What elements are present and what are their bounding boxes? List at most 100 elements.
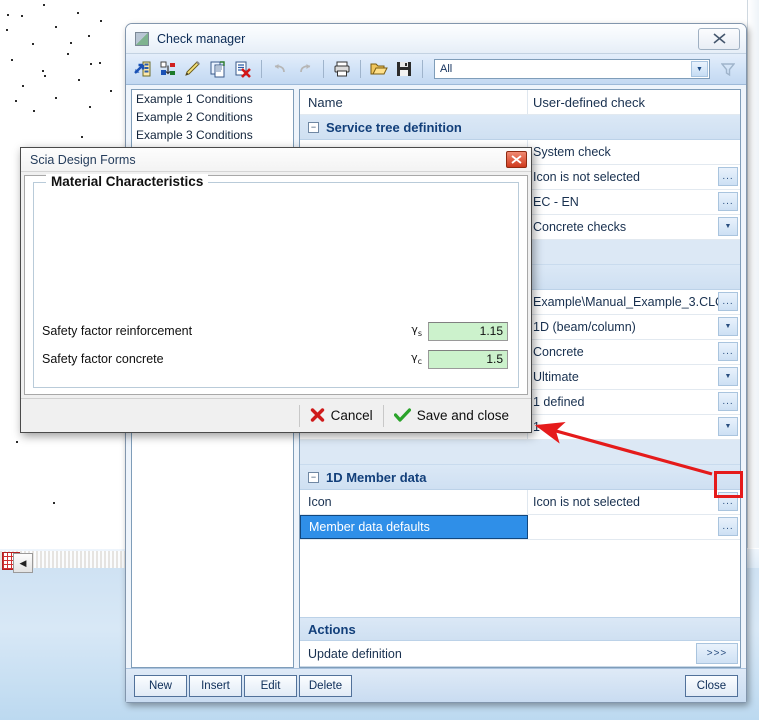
toolbar-separator xyxy=(422,60,423,78)
property-value[interactable]: Icon is not selected... xyxy=(528,490,740,514)
property-value[interactable]: 1D (beam/column) ▼ xyxy=(528,315,740,339)
dialog-footer: Cancel Save and close xyxy=(21,398,531,432)
app-icon xyxy=(135,31,149,46)
close-icon xyxy=(712,33,726,44)
collapse-expander-icon[interactable]: − xyxy=(308,471,319,483)
property-value-text: Ultimate xyxy=(533,370,579,384)
chevron-down-icon[interactable]: ▼ xyxy=(718,417,738,436)
insert-check-icon[interactable] xyxy=(157,58,179,80)
property-row[interactable]: IconIcon is not selected... xyxy=(300,490,740,515)
field-row: Safety factor reinforcement γs 1.15 xyxy=(42,317,508,345)
property-value-text: 1 xyxy=(533,420,540,434)
field-list: Safety factor reinforcement γs 1.15 Safety … xyxy=(42,317,508,373)
ellipsis-button[interactable]: ... xyxy=(718,167,738,186)
property-value[interactable]: 1 ▼ xyxy=(528,415,740,439)
dialog-titlebar: Scia Design Forms xyxy=(21,148,531,172)
save-icon[interactable] xyxy=(393,58,415,80)
insert-button[interactable]: Insert xyxy=(189,674,242,697)
right-edge-panel xyxy=(747,0,759,548)
column-header-name: Name xyxy=(300,90,528,114)
ellipsis-button[interactable]: ... xyxy=(718,492,738,511)
property-value[interactable]: System check xyxy=(528,140,740,164)
green-check-icon xyxy=(393,408,411,423)
property-row[interactable]: Member data defaults... xyxy=(300,515,740,540)
chevron-down-icon[interactable]: ▼ xyxy=(691,61,708,77)
list-item[interactable]: Example 1 Conditions xyxy=(132,90,293,108)
chevron-down-icon[interactable]: ▼ xyxy=(718,217,738,236)
property-name: Member data defaults xyxy=(300,515,528,539)
filter-value: All xyxy=(440,63,453,75)
ellipsis-button[interactable]: ... xyxy=(718,517,738,536)
field-input[interactable]: 1.15 xyxy=(428,321,508,341)
property-value-text: 1 defined xyxy=(533,395,585,409)
edit-button[interactable]: Edit xyxy=(244,674,297,697)
delete-button[interactable]: Delete xyxy=(299,674,352,697)
filter-combobox[interactable]: All ▼ xyxy=(434,59,710,79)
toolbar-separator xyxy=(323,60,324,78)
ellipsis-button[interactable]: ... xyxy=(718,342,738,361)
save-and-close-button[interactable]: Save and close xyxy=(382,404,519,427)
toolbar-separator xyxy=(360,60,361,78)
property-value[interactable]: ... xyxy=(528,515,740,539)
new-button[interactable]: New xyxy=(134,674,187,697)
group-spacer xyxy=(300,440,740,465)
dialog-title: Scia Design Forms xyxy=(30,152,136,167)
property-value[interactable]: Ultimate ▼ xyxy=(528,365,740,389)
cancel-button[interactable]: Cancel xyxy=(298,404,383,427)
save-label: Save and close xyxy=(416,408,509,423)
redo-icon[interactable] xyxy=(294,58,316,80)
window-titlebar: Check manager xyxy=(126,24,746,54)
column-header-value: User-defined check xyxy=(528,90,740,114)
dialog-close-button[interactable] xyxy=(506,151,527,168)
action-row[interactable]: Update definition >>> xyxy=(300,641,740,667)
property-value[interactable]: EC - EN... xyxy=(528,190,740,214)
field-input[interactable]: 1.5 xyxy=(428,349,508,369)
property-group-header[interactable]: − Service tree definition xyxy=(300,115,740,140)
run-action-button[interactable]: >>> xyxy=(696,643,738,664)
property-value-text: Example\Manual_Example_3.CLC xyxy=(533,295,725,309)
undo-icon[interactable] xyxy=(269,58,291,80)
window-title: Check manager xyxy=(157,31,246,46)
property-value[interactable]: Concrete checks ▼ xyxy=(528,215,740,239)
property-group-title: 1D Member data xyxy=(326,469,427,485)
window-close-button[interactable] xyxy=(698,27,740,50)
copy-check-icon[interactable] xyxy=(207,58,229,80)
red-x-icon xyxy=(310,408,325,423)
scia-design-forms-dialog: Scia Design Forms Material Characteristi… xyxy=(20,147,532,433)
property-grid-filler xyxy=(300,578,740,617)
open-icon[interactable] xyxy=(368,58,390,80)
chevron-left-icon: ◀ xyxy=(19,557,27,568)
field-symbol: γc xyxy=(411,351,422,367)
property-value-text: Icon is not selected xyxy=(533,495,641,509)
property-value-text: EC - EN xyxy=(533,195,579,209)
close-button[interactable]: Close xyxy=(685,674,738,697)
property-value-text: Icon is not selected xyxy=(533,170,641,184)
collapse-expander-icon[interactable]: − xyxy=(308,121,319,133)
funnel-icon[interactable] xyxy=(716,58,740,80)
chevron-down-icon[interactable]: ▼ xyxy=(718,317,738,336)
ellipsis-button[interactable]: ... xyxy=(718,292,738,311)
new-check-icon[interactable] xyxy=(132,58,154,80)
property-value[interactable]: Icon is not selected... xyxy=(528,165,740,189)
edit-check-icon[interactable] xyxy=(182,58,204,80)
property-value[interactable]: Example\Manual_Example_3.CLC... xyxy=(528,290,740,314)
material-characteristics-group: Material Characteristics Safety factor r… xyxy=(33,174,519,388)
window-footer: New Insert Edit Delete Close xyxy=(126,668,746,702)
collapse-panel-button[interactable]: ◀ xyxy=(13,553,33,573)
property-value-text: System check xyxy=(533,145,611,159)
property-value[interactable]: 1 defined... xyxy=(528,390,740,414)
group-legend: Material Characteristics xyxy=(46,174,209,189)
print-icon[interactable] xyxy=(331,58,353,80)
delete-check-icon[interactable] xyxy=(232,58,254,80)
property-value-text: Concrete checks xyxy=(533,220,627,234)
property-value[interactable]: Concrete... xyxy=(528,340,740,364)
actions-header: Actions xyxy=(300,617,740,641)
field-row: Safety factor concrete γc 1.5 xyxy=(42,345,508,373)
property-group-header[interactable]: −1D Member data xyxy=(300,465,740,490)
toolbar-separator xyxy=(261,60,262,78)
chevron-down-icon[interactable]: ▼ xyxy=(718,367,738,386)
ellipsis-button[interactable]: ... xyxy=(718,192,738,211)
list-item[interactable]: Example 3 Conditions xyxy=(132,126,293,144)
ellipsis-button[interactable]: ... xyxy=(718,392,738,411)
list-item[interactable]: Example 2 Conditions xyxy=(132,108,293,126)
